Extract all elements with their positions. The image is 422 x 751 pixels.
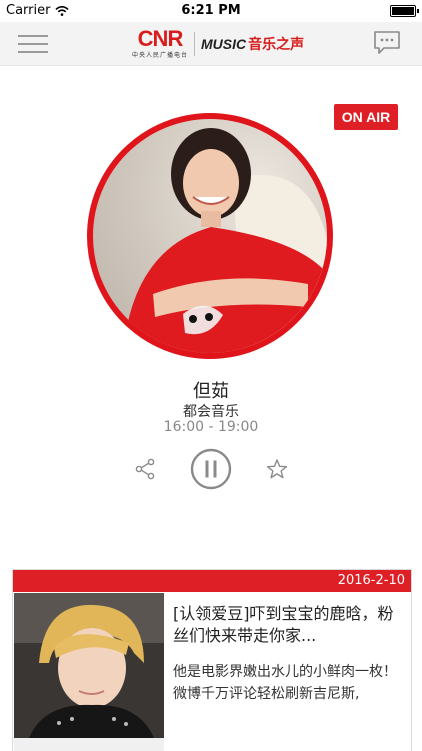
show-time: 16:00 - 19:00 xyxy=(163,419,259,435)
on-air-badge: ON AIR xyxy=(334,104,398,130)
status-time: 6:21 PM xyxy=(181,3,241,18)
news-card-media-bar xyxy=(14,738,164,751)
music-logo-mark: MUSIC xyxy=(201,36,247,52)
menu-icon[interactable] xyxy=(18,33,48,55)
share-icon[interactable] xyxy=(134,458,156,480)
logo-divider xyxy=(194,32,196,56)
cnr-logo-text: CNR xyxy=(137,26,184,51)
news-card-title: [认领爱豆]吓到宝宝的鹿晗，粉丝们快来带走你家... xyxy=(173,604,394,645)
star-icon[interactable] xyxy=(266,458,288,480)
dj-portrait xyxy=(123,128,327,353)
news-card-summary: 他是电影界嫩出水儿的小鲜肉一枚！微博千万评论轻松刷新吉尼斯, xyxy=(173,664,397,702)
news-thumbnail xyxy=(14,593,164,738)
station-logo: CNR 中央人民广播电台 MUSIC 音乐之声 xyxy=(132,27,304,61)
news-thumbnail-image xyxy=(14,593,164,738)
news-card[interactable]: 2016-2-10 [认领爱豆]吓到宝宝的鹿晗，粉丝们快来带走你家... 他是电… xyxy=(12,569,412,751)
dj-name: 但茹 xyxy=(193,381,229,402)
top-nav-bar: CNR 中央人民广播电台 MUSIC 音乐之声 xyxy=(0,22,422,66)
battery-icon xyxy=(390,5,419,17)
status-bar: Carrier 6:21 PM xyxy=(0,0,422,22)
show-name: 都会音乐 xyxy=(183,404,239,420)
pause-icon[interactable] xyxy=(190,448,232,490)
chat-icon[interactable] xyxy=(372,28,402,58)
channel-name: 音乐之声 xyxy=(248,37,305,53)
dj-photo xyxy=(93,119,327,353)
cnr-logo-subtitle: 中央人民广播电台 xyxy=(132,52,189,59)
news-card-date: 2016-2-10 xyxy=(13,570,411,592)
cnr-logo: CNR 中央人民广播电台 xyxy=(132,26,189,60)
dj-photo-frame xyxy=(87,113,333,359)
